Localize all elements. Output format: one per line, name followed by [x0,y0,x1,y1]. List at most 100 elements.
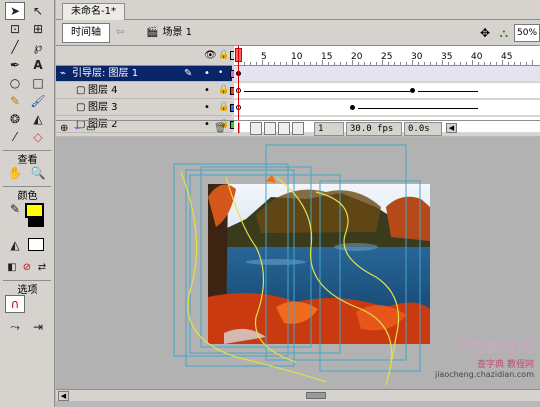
oval-tool-icon[interactable]: ○ [5,74,25,92]
ruler-tick [490,62,491,65]
paint-bucket-tool-icon[interactable]: ◭ [28,110,48,128]
frame-row[interactable] [234,66,540,82]
ruler-tick [472,60,473,65]
layer-name: 引导层: 图层 1 [72,68,139,79]
pen-tool-icon[interactable]: ✒ [5,56,25,74]
tween-span [358,108,478,109]
subselection-tool-icon[interactable]: ↖ [28,2,48,20]
ruler-tick [460,62,461,65]
stage-area[interactable]: 中国教程网 查字典 教程网 jiaocheng.chazidian.com [56,137,540,389]
lock-icon[interactable]: 🔒 [218,83,229,98]
eraser-tool-icon[interactable]: ◇ [28,128,48,146]
show-hide-all-icon[interactable]: 👁 [204,50,217,61]
ruler-tick [484,62,485,65]
keyframe[interactable] [350,105,355,110]
ruler-tick [532,60,533,65]
ruler-tick [316,62,317,65]
stage-horizontal-scrollbar[interactable]: ◀ [56,389,540,401]
center-frame-icon[interactable]: ┃ [236,122,241,137]
timeline-toggle-button[interactable]: 时间轴 [62,23,110,43]
free-transform-tool-icon[interactable]: ⊡ [5,20,25,38]
delete-layer-icon[interactable]: 🗑 [214,121,227,136]
ruler-tick [376,62,377,65]
swap-colors-icon[interactable]: ⇄ [32,258,52,276]
ruler-tick [382,60,383,65]
straighten-icon[interactable]: ⇥ [28,318,48,336]
ruler-tick [268,62,269,65]
leaf-marker[interactable] [266,175,276,183]
pencil-icon: ✎ [184,68,193,79]
lock-all-icon[interactable]: 🔒 [218,50,229,60]
ruler-tick [466,62,467,65]
scrollbar-thumb[interactable] [306,392,326,399]
add-guide-layer-icon[interactable]: ⌁ [74,121,80,136]
line-tool-icon[interactable]: ╱ [5,38,25,56]
ruler-tick [334,62,335,65]
ruler-tick [418,62,419,65]
watermark-line2: 查字典 教程网 [477,360,534,370]
ruler-tick [400,62,401,65]
visibility-dot[interactable]: • [204,100,210,115]
document-tab[interactable]: 未命名-1* [62,3,125,20]
edit-symbols-icon[interactable]: ✥ [480,26,490,40]
onion-markers-icon[interactable] [292,122,304,135]
onion-skin-icon[interactable] [250,122,262,135]
ruler-tick [250,62,251,65]
fill-color-swatch[interactable] [25,203,44,218]
onion-outlines-icon[interactable] [264,122,276,135]
gradient-transform-tool-icon[interactable]: ⊞ [28,20,48,38]
fill-swatch-white[interactable] [28,238,44,251]
tween-span [244,91,410,92]
zoom-tool-icon[interactable]: 🔍 [28,164,48,182]
insert-layer-icon[interactable]: ⊕ [60,121,68,136]
visibility-dot[interactable]: • [204,83,210,98]
ruler-tick [508,62,509,65]
brush-tool-icon[interactable]: 🖌 [28,92,48,110]
layer-row[interactable]: ▢ 图层 4 • 🔒 [56,83,238,99]
tween-span [418,91,478,92]
lasso-tool-icon[interactable]: ℘ [28,38,48,56]
text-tool-icon[interactable]: A [28,56,48,74]
frame-row[interactable] [234,100,540,116]
ruler-tick [292,60,293,65]
layer-icon: ▢ [76,85,86,96]
keyframe[interactable] [410,88,415,93]
lake-photo[interactable] [208,184,430,344]
ruler-tick [478,62,479,65]
scroll-left-button[interactable]: ◀ [446,123,457,133]
options-section-title: 选项 [17,285,38,296]
ink-bottle-tool-icon[interactable]: ❂ [5,110,25,128]
pencil-tool-icon[interactable]: ✎ [5,92,25,110]
layer-row[interactable]: ⌁ 引导层: 图层 1 ✎ • • [56,66,238,82]
scene-label: 场景 1 [162,27,192,38]
ruler-tick [448,62,449,65]
hand-tool-icon[interactable]: ✋ [5,164,25,182]
eyedropper-tool-icon[interactable]: ⁄ [5,128,25,146]
frame-row[interactable] [234,83,540,99]
frame-rate: 30.0 fps [346,122,402,136]
zoom-select[interactable]: 50% [514,24,540,42]
visibility-dot[interactable]: • [204,66,210,81]
frame-ruler: 151015202530354045 [234,46,540,66]
ruler-tick [364,62,365,65]
ruler-tick [262,60,263,65]
ruler-tick [388,62,389,65]
selection-tool-icon[interactable]: ➤ [5,2,25,20]
layer-row[interactable]: ▢ 图层 3 • 🔒 [56,100,238,116]
smooth-icon[interactable]: ⤳ [5,318,25,336]
rectangle-tool-icon[interactable]: □ [28,74,48,92]
ruler-tick [436,62,437,65]
insert-folder-icon[interactable]: ▭ [86,121,95,136]
snap-to-objects-icon[interactable]: ∩ [5,295,25,313]
scroll-left-arrow[interactable]: ◀ [58,391,69,401]
back-arrow-icon[interactable]: ⇦ [116,27,124,38]
edit-multiple-frames-icon[interactable] [278,122,290,135]
lock-icon[interactable]: 🔒 [218,100,229,115]
ruler-tick [340,62,341,65]
edit-scene-icon[interactable]: ⛬ [500,26,508,41]
ruler-tick [442,60,443,65]
lock-icon[interactable]: • [218,66,223,81]
ruler-tick [346,62,347,65]
scene-breadcrumb[interactable]: 🎬 场景 1 [146,25,192,41]
layer-name: 图层 4 [88,85,118,96]
